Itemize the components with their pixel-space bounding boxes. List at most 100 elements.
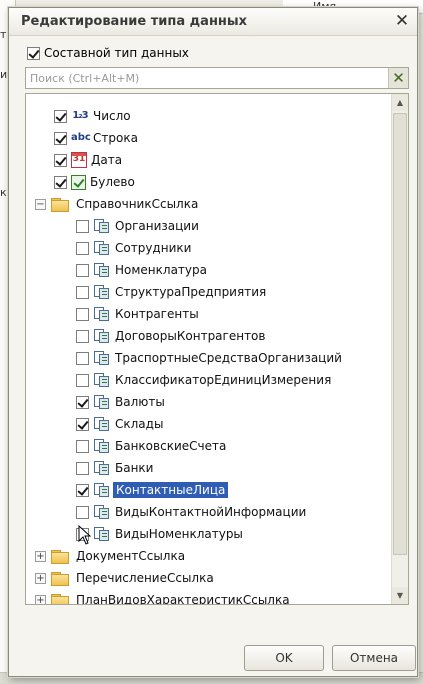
expand-icon[interactable]: +: [35, 572, 46, 584]
folder-icon: [51, 549, 69, 564]
boolean-checkbox[interactable]: [54, 175, 67, 189]
catalog-reference-icon: [93, 526, 111, 542]
folder-icon: [51, 197, 69, 212]
catalog-checkbox[interactable]: [76, 439, 89, 453]
close-icon[interactable]: ✕: [393, 11, 411, 31]
tree-item-catalog[interactable]: Сотрудники: [26, 237, 391, 259]
clear-search-icon[interactable]: ✕: [388, 68, 408, 88]
tree-group-label: СправочникСсылка: [76, 197, 199, 211]
catalog-checkbox[interactable]: [76, 285, 89, 299]
tree-item-label: Склады: [115, 417, 164, 431]
string-icon: abc: [71, 132, 91, 143]
tree-item-label: Строка: [93, 131, 138, 145]
tree-group-enum-ref[interactable]: + ПеречислениеСсылка: [26, 567, 391, 589]
catalog-reference-icon: [93, 394, 111, 410]
tree-item-label: Число: [93, 109, 131, 123]
tree-item-catalog[interactable]: Склады: [26, 413, 391, 435]
tree-item-date[interactable]: 31 Дата: [26, 149, 391, 171]
tree-item-label: ДоговорыКонтрагентов: [115, 329, 266, 343]
tree-item-label: Сотрудники: [115, 241, 192, 255]
catalog-checkbox[interactable]: [76, 373, 89, 387]
date-checkbox[interactable]: [54, 153, 67, 167]
expand-icon[interactable]: +: [35, 594, 46, 604]
folder-icon: [51, 571, 69, 586]
tree-item-label: СтруктураПредприятия: [115, 285, 267, 299]
tree-group-catalog-ref[interactable]: − СправочникСсылка: [26, 193, 391, 215]
tree-item-catalog[interactable]: Валюты: [26, 391, 391, 413]
tree-item-label: Организации: [115, 219, 199, 233]
dialog-titlebar[interactable]: Редактирование типа данных ✕: [9, 8, 417, 36]
scrollbar-thumb[interactable]: [393, 113, 407, 555]
folder-icon: [51, 593, 69, 604]
catalog-checkbox[interactable]: [76, 483, 89, 497]
catalog-checkbox[interactable]: [76, 417, 89, 431]
tree-item-label: КлассификаторЕдиницИзмерения: [115, 373, 332, 387]
tree-group-chart-of-characteristics-ref[interactable]: + ПланВидовХарактеристикСсылка: [26, 589, 391, 605]
date-icon: 31: [71, 152, 87, 168]
tree-item-catalog[interactable]: Номенклатура: [26, 259, 391, 281]
search-box: ✕: [25, 67, 409, 89]
catalog-reference-icon: [93, 482, 111, 498]
search-input[interactable]: [26, 68, 388, 88]
catalog-checkbox[interactable]: [76, 351, 89, 365]
ok-button[interactable]: OK: [244, 645, 324, 671]
scroll-up-icon[interactable]: ▲: [392, 94, 408, 111]
mouse-cursor-icon: [78, 524, 92, 545]
catalog-reference-icon: [93, 504, 111, 520]
tree-item-catalog[interactable]: ТраспортныеСредстваОрганизаций: [26, 347, 391, 369]
edit-data-type-dialog: Редактирование типа данных ✕ Составной т…: [8, 7, 418, 677]
tree-item-label: Дата: [91, 153, 123, 167]
tree-item-boolean[interactable]: Булево: [26, 171, 391, 193]
tree-item-number[interactable]: 1₂3 Число: [26, 105, 391, 127]
string-checkbox[interactable]: [54, 131, 67, 145]
catalog-reference-icon: [93, 416, 111, 432]
tree-item-label: Номенклатура: [115, 263, 207, 277]
tree-item-string[interactable]: abc Строка: [26, 127, 391, 149]
catalog-checkbox[interactable]: [76, 395, 89, 409]
catalog-checkbox[interactable]: [76, 241, 89, 255]
cancel-button[interactable]: Отмена: [332, 645, 416, 671]
catalog-reference-icon: [93, 438, 111, 454]
catalog-reference-icon: [93, 284, 111, 300]
catalog-reference-icon: [93, 328, 111, 344]
tree-group-label: ПеречислениеСсылка: [76, 571, 214, 585]
catalog-checkbox[interactable]: [76, 329, 89, 343]
catalog-checkbox[interactable]: [76, 219, 89, 233]
tree-group-document-ref[interactable]: + ДокументСсылка: [26, 545, 391, 567]
catalog-reference-icon: [93, 240, 111, 256]
tree-item-label: Контрагенты: [115, 307, 199, 321]
composite-type-checkbox-box[interactable]: [27, 46, 40, 60]
scroll-down-icon[interactable]: ▼: [392, 587, 408, 604]
tree-item-catalog[interactable]: КонтактныеЛица: [26, 479, 391, 501]
collapse-icon[interactable]: −: [35, 198, 46, 210]
expand-icon[interactable]: +: [35, 550, 46, 562]
tree-item-catalog[interactable]: ВидыКонтактнойИнформации: [26, 501, 391, 523]
tree-item-label: Валюты: [115, 395, 165, 409]
composite-type-checkbox[interactable]: Составной тип данных: [27, 44, 189, 62]
tree-item-label: Банки: [115, 461, 154, 475]
composite-type-label: Составной тип данных: [44, 46, 189, 60]
catalog-checkbox[interactable]: [76, 263, 89, 277]
tree-item-catalog[interactable]: СтруктураПредприятия: [26, 281, 391, 303]
number-icon: 1₂3: [72, 110, 88, 121]
boolean-icon: [71, 174, 86, 190]
catalog-checkbox[interactable]: [76, 461, 89, 475]
tree-item-catalog[interactable]: БанковскиеСчета: [26, 435, 391, 457]
tree-item-catalog[interactable]: Контрагенты: [26, 303, 391, 325]
number-checkbox[interactable]: [54, 109, 67, 123]
catalog-checkbox[interactable]: [76, 307, 89, 321]
tree-item-catalog[interactable]: Банки: [26, 457, 391, 479]
catalog-checkbox[interactable]: [76, 505, 89, 519]
tree-item-label: ВидыКонтактнойИнформации: [115, 505, 307, 519]
tree-item-catalog[interactable]: Организации: [26, 215, 391, 237]
tree-item-label-selected: КонтактныеЛица: [113, 482, 229, 498]
tree-item-catalog[interactable]: КлассификаторЕдиницИзмерения: [26, 369, 391, 391]
catalog-reference-icon: [93, 460, 111, 476]
tree-scrollbar[interactable]: ▲ ▼: [391, 94, 408, 604]
tree-group-label: ПланВидовХарактеристикСсылка: [76, 593, 290, 605]
tree-item-label: Булево: [90, 175, 135, 189]
catalog-reference-icon: [93, 372, 111, 388]
tree-item-catalog[interactable]: ДоговорыКонтрагентов: [26, 325, 391, 347]
catalog-reference-icon: [93, 218, 111, 234]
catalog-reference-icon: [93, 306, 111, 322]
